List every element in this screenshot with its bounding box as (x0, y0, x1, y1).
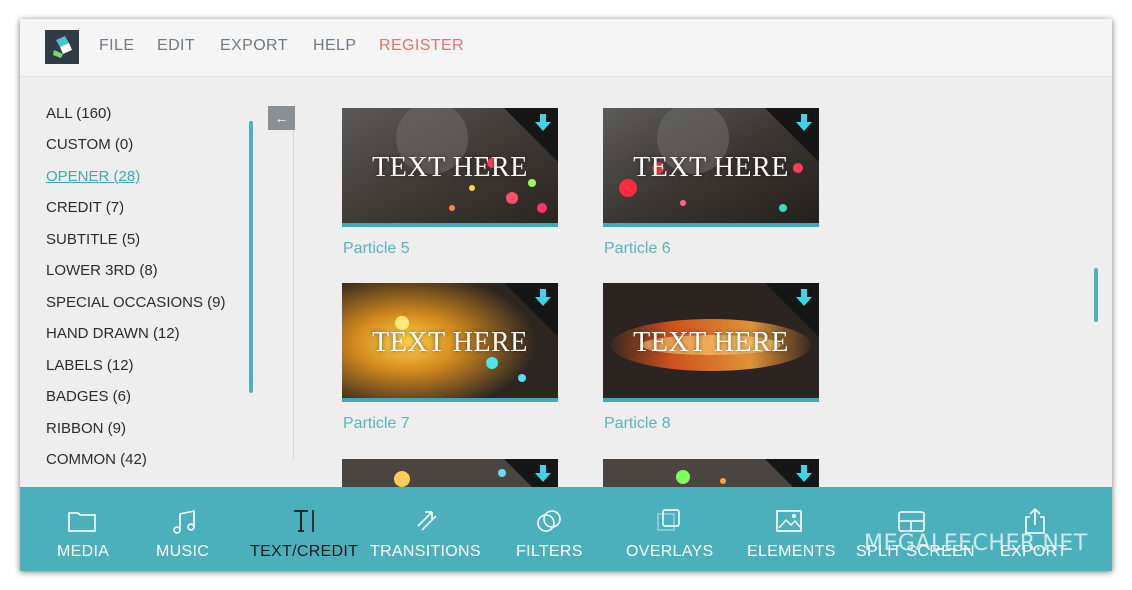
download-icon[interactable] (534, 113, 552, 135)
download-icon[interactable] (795, 288, 813, 310)
menu-edit[interactable]: EDIT (157, 37, 195, 55)
tool-export[interactable]: EXPORT (998, 487, 1078, 571)
tool-music[interactable]: MUSIC (150, 487, 230, 571)
template-thumbnail: TEXT HERE (603, 108, 819, 227)
tool-label: TRANSITIONS (370, 543, 481, 560)
transitions-icon (417, 511, 437, 531)
sidebar-divider (293, 107, 294, 459)
category-hand-drawn[interactable]: HAND DRAWN (12) (46, 325, 180, 342)
tool-label: TEXT/CREDIT (250, 543, 359, 560)
music-note-icon (173, 510, 195, 534)
watermark-text: MEGALEECHER.NET (864, 531, 1088, 556)
menu-export[interactable]: EXPORT (220, 37, 288, 55)
category-badges[interactable]: BADGES (6) (46, 388, 131, 405)
download-icon[interactable] (534, 464, 552, 486)
template-tile-particle-6[interactable]: TEXT HERE Particle 6 (603, 108, 819, 257)
folder-icon (68, 512, 96, 532)
category-ribbon[interactable]: RIBBON (9) (46, 420, 126, 437)
image-icon (776, 510, 802, 532)
tool-label: MUSIC (156, 543, 210, 560)
menu-help[interactable]: HELP (313, 37, 356, 55)
tool-split-screen[interactable]: SPLIT SCREEN (856, 487, 976, 571)
category-custom[interactable]: CUSTOM (0) (46, 136, 133, 153)
tool-overlays[interactable]: OVERLAYS (620, 487, 720, 571)
arrow-left-icon: ← (274, 110, 289, 126)
overlays-icon (657, 509, 680, 531)
menu-register[interactable]: REGISTER (379, 37, 464, 55)
content-scrollbar[interactable] (1094, 268, 1098, 322)
app-window: FILE EDIT EXPORT HELP REGISTER ALL (160)… (20, 19, 1112, 571)
template-tile-particle-5[interactable]: TEXT HERE Particle 5 (342, 108, 558, 257)
tool-elements[interactable]: ELEMENTS (742, 487, 842, 571)
tool-filters[interactable]: FILTERS (510, 487, 590, 571)
text-icon (294, 510, 314, 532)
template-thumbnail: TEXT HERE (603, 283, 819, 402)
tile-label: Particle 8 (604, 415, 671, 432)
tool-label: MEDIA (57, 543, 110, 560)
download-icon[interactable] (795, 113, 813, 135)
menu-file[interactable]: FILE (99, 37, 134, 55)
category-subtitle[interactable]: SUBTITLE (5) (46, 231, 140, 248)
tile-label: Particle 7 (343, 415, 410, 432)
category-sidebar: ALL (160) CUSTOM (0) OPENER (28) CREDIT … (20, 77, 295, 487)
template-tile-particle-8[interactable]: TEXT HERE Particle 8 (603, 283, 819, 432)
template-thumbnail (342, 459, 558, 487)
filters-icon (537, 510, 561, 532)
template-tile-particle-7[interactable]: TEXT HERE Particle 7 (342, 283, 558, 432)
download-icon[interactable] (795, 464, 813, 486)
tool-label: OVERLAYS (626, 543, 714, 560)
tool-label: FILTERS (516, 543, 583, 560)
template-thumbnail: TEXT HERE (342, 108, 558, 227)
template-tile-partial[interactable] (603, 459, 819, 487)
category-all[interactable]: ALL (160) (46, 105, 111, 122)
category-labels[interactable]: LABELS (12) (46, 357, 134, 374)
template-tile-partial[interactable] (342, 459, 558, 487)
category-special-occasions[interactable]: SPECIAL OCCASIONS (9) (46, 294, 226, 311)
category-credit[interactable]: CREDIT (7) (46, 199, 124, 216)
tool-text-credit[interactable]: TEXT/CREDIT (250, 487, 365, 571)
tool-transitions[interactable]: TRANSITIONS (368, 487, 488, 571)
tile-label: Particle 5 (343, 240, 410, 257)
menu-bar: FILE EDIT EXPORT HELP REGISTER (20, 19, 1112, 77)
category-opener[interactable]: OPENER (28) (46, 168, 140, 185)
sidebar-scrollbar[interactable] (249, 121, 253, 393)
screenshot-stage: FILE EDIT EXPORT HELP REGISTER ALL (160)… (0, 0, 1132, 590)
bottom-toolbar: MEDIA MUSIC TEXT/CREDIT TRANSITIONS FILT… (20, 487, 1112, 571)
collapse-sidebar-button[interactable]: ← (268, 106, 295, 130)
template-thumbnail (603, 459, 819, 487)
tool-label: ELEMENTS (747, 543, 836, 560)
template-thumbnail: TEXT HERE (342, 283, 558, 402)
category-common[interactable]: COMMON (42) (46, 451, 147, 468)
app-logo-icon (45, 30, 79, 64)
download-icon[interactable] (534, 288, 552, 310)
tool-media[interactable]: MEDIA (50, 487, 130, 571)
tile-label: Particle 6 (604, 240, 671, 257)
category-lower-3rd[interactable]: LOWER 3RD (8) (46, 262, 158, 279)
